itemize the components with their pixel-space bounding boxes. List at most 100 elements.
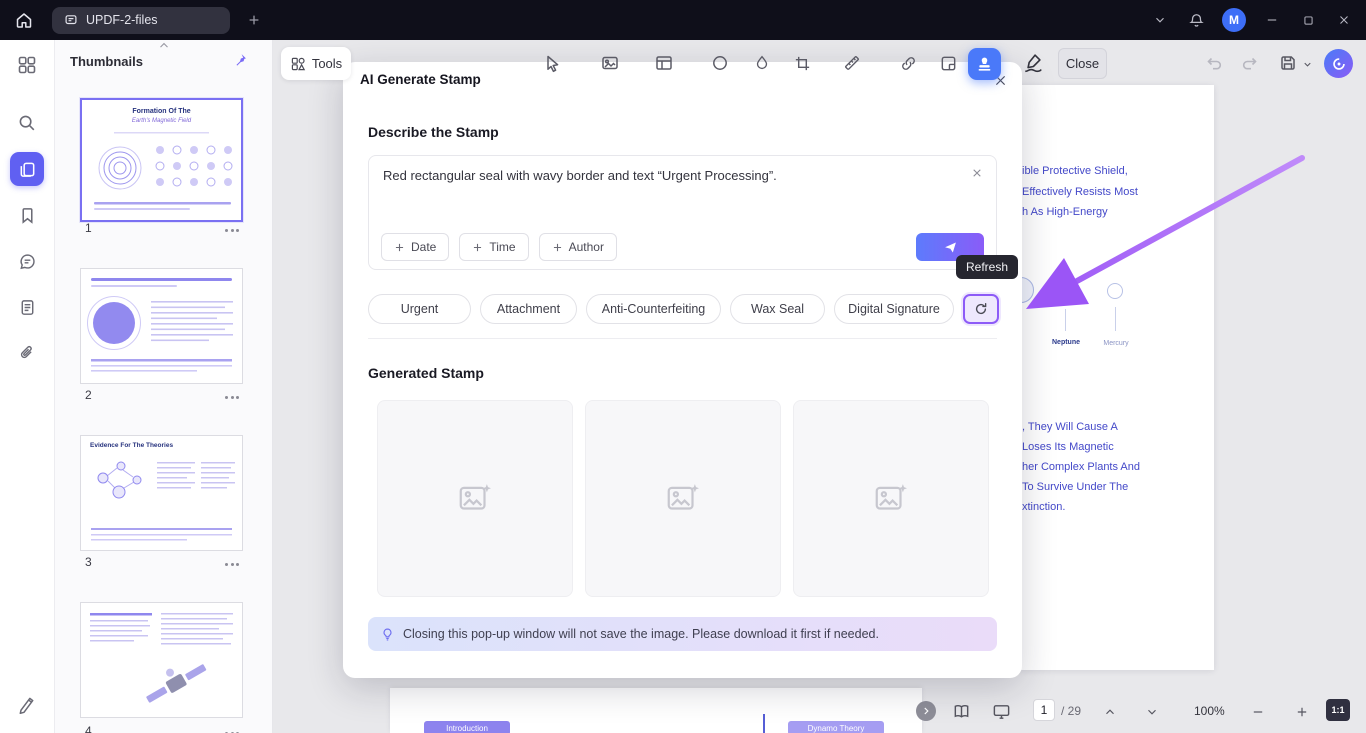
home-icon [14,10,34,30]
tag-digital-signature[interactable]: Digital Signature [834,294,954,324]
undo-icon[interactable] [1202,51,1226,75]
page-thumbnail-4[interactable] [80,602,243,718]
apps-grid-button[interactable] [10,48,44,82]
presentation-button[interactable] [990,700,1012,722]
signature-tool-button[interactable] [10,687,44,721]
stamp-tool-button-active[interactable] [968,48,1001,80]
maximize-button[interactable] [1292,1,1324,39]
actual-size-button[interactable]: 1:1 [1326,699,1350,721]
thumbnails-panel-button[interactable] [10,152,44,186]
comments-button[interactable] [10,244,44,278]
page-number-label: 2 [85,388,92,402]
document-icon [18,298,37,317]
document-line: Loses Its Magnetic [1022,441,1114,453]
refresh-icon [973,301,989,317]
search-button[interactable] [10,106,44,140]
plus-icon [246,12,262,28]
chevron-up-icon [1103,705,1117,719]
reader-mode-button[interactable] [950,700,972,722]
table-tool-icon[interactable] [652,51,676,75]
chevron-down-icon [1153,13,1167,27]
ai-generate-stamp-dialog: AI Generate Stamp Describe the Stamp Red… [343,62,1022,678]
image-placeholder-icon [872,480,910,518]
image-tool-icon[interactable] [598,51,622,75]
close-icon [1337,13,1351,27]
document-info-button[interactable] [10,290,44,324]
add-author-button[interactable]: Author [538,233,617,261]
tools-button[interactable]: Tools [281,47,351,80]
generated-stamp-row [377,400,989,597]
new-tab-button[interactable] [240,6,268,34]
document-tab[interactable]: UPDF-2-files [52,6,230,34]
redo-icon[interactable] [1238,51,1262,75]
clear-input-icon[interactable] [971,167,983,179]
add-date-button[interactable]: Date [381,233,450,261]
page-number-input[interactable]: 1 [1033,699,1055,721]
planet-tick [1115,307,1116,331]
tag-wax-seal[interactable]: Wax Seal [730,294,825,324]
page-menu-icon[interactable] [225,558,239,570]
close-toolbar-button[interactable]: Close [1058,48,1107,79]
document-line: xtinction. [1022,501,1066,513]
expand-panel-button[interactable] [916,701,936,721]
scroll-up-icon[interactable] [157,40,171,50]
sticker-tool-icon[interactable] [936,51,960,75]
thumb1-title: Formation Of The [132,108,191,115]
crop-tool-icon[interactable] [790,51,814,75]
send-plane-icon [943,240,958,255]
bell-icon [1188,12,1205,29]
tag-anti-counterfeiting[interactable]: Anti-Counterfeiting [586,294,721,324]
minimize-button[interactable] [1256,1,1288,39]
page-thumbnail-1[interactable]: Formation Of The Earth's Magnetic Field [80,98,243,222]
avatar[interactable]: M [1222,8,1246,32]
generated-stamp-placeholder-1 [377,400,573,597]
planet-label: Neptune [1052,339,1080,346]
home-button[interactable] [6,2,42,38]
updf-app-window: UPDF-2-files M Thumbnails Formation Of T… [0,0,1366,733]
refresh-tags-button[interactable] [963,294,999,324]
zoom-level-label[interactable]: 100% [1194,704,1225,718]
tabs-dropdown-button[interactable] [1144,1,1176,39]
page-thumbnail-2[interactable] [80,268,243,384]
page-thumbnail-3[interactable]: Evidence For The Theories [80,435,243,551]
bookmarks-button[interactable] [10,198,44,232]
previous-page-button[interactable] [1100,702,1120,722]
thumb4-art [90,613,233,703]
thumb2-art [87,278,233,372]
signature-tool-icon[interactable] [1022,51,1046,75]
shape-circle-tool-icon[interactable] [708,51,732,75]
measure-tool-icon[interactable] [840,51,864,75]
stamp-description-input[interactable]: Red rectangular seal with wavy border an… [368,155,997,270]
titlebar: UPDF-2-files M [0,0,1366,40]
zoom-in-button[interactable] [1292,702,1312,722]
page-menu-icon[interactable] [225,391,239,403]
notifications-button[interactable] [1180,1,1212,39]
notice-text: Closing this pop-up window will not save… [403,627,879,641]
tab-title: UPDF-2-files [86,13,158,27]
chevron-down-icon [1145,705,1159,719]
add-time-button[interactable]: Time [459,233,529,261]
pin-icon[interactable] [232,52,248,68]
save-icon[interactable] [1276,51,1300,75]
tag-urgent[interactable]: Urgent [368,294,471,324]
next-page-button[interactable] [1142,702,1162,722]
close-label: Close [1065,56,1100,71]
ai-assistant-button[interactable] [1324,49,1353,78]
search-icon [17,113,37,133]
thumbnails-header: Thumbnails [70,54,143,69]
save-dropdown-icon[interactable] [1300,57,1314,71]
drop-shape-tool-icon[interactable] [750,51,774,75]
plus-icon [1295,705,1309,719]
close-window-button[interactable] [1328,1,1360,39]
tools-icon [290,56,306,72]
tag-attachment[interactable]: Attachment [480,294,577,324]
document-page: ible Protective Shield, Effectively Resi… [1008,85,1214,670]
page-menu-icon[interactable] [225,224,239,236]
link-tool-icon[interactable] [896,51,920,75]
cursor-tool-icon[interactable] [540,51,564,75]
zoom-out-button[interactable] [1248,702,1268,722]
grid-icon [17,55,37,75]
monitor-icon [992,702,1011,721]
page-menu-icon[interactable] [225,727,239,733]
attachments-button[interactable] [10,336,44,370]
